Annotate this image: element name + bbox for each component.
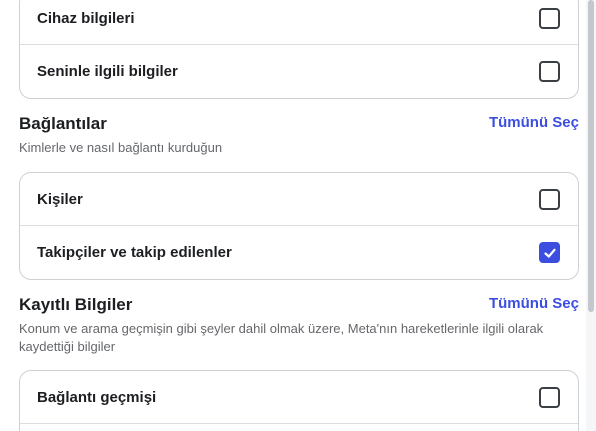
connections-card: Kişiler Takipçiler ve takip edilenler [19, 172, 579, 280]
option-row-contacts[interactable]: Kişiler [20, 173, 578, 226]
option-label: Cihaz bilgileri [37, 9, 135, 27]
connections-section-title: Bağlantılar [19, 114, 107, 133]
option-label: Bağlantı geçmişi [37, 388, 157, 406]
option-label: Seninle ilgili bilgiler [37, 63, 178, 80]
checkbox-unchecked[interactable] [539, 7, 560, 29]
settings-panel: Cihaz bilgileri Seninle ilgili bilgiler … [0, 0, 596, 431]
checkbox-unchecked[interactable] [539, 61, 560, 82]
scrollbar-thumb[interactable] [588, 0, 594, 312]
checkmark-icon [543, 248, 556, 258]
option-row-device-info[interactable]: Cihaz bilgileri [20, 0, 578, 45]
connections-select-all-link[interactable]: Tümünü Seç [489, 114, 579, 131]
checkbox-unchecked[interactable] [539, 386, 560, 408]
saved-info-section-description: Konum ve arama geçmişin gibi şeyler dahi… [19, 321, 544, 354]
option-label: Takipçiler ve takip edilenler [37, 244, 232, 261]
option-row-link-history[interactable]: Bağlantı geçmişi [20, 371, 578, 424]
personal-info-card: Cihaz bilgileri Seninle ilgili bilgiler [19, 0, 579, 99]
connections-section-description: Kimlerle ve nasıl bağlantı kurduğun [19, 140, 223, 155]
saved-info-card: Bağlantı geçmişi [19, 370, 579, 431]
vertical-scrollbar[interactable] [586, 0, 596, 431]
checkbox-checked[interactable] [539, 242, 560, 263]
checkbox-unchecked[interactable] [539, 188, 560, 210]
saved-info-select-all-link[interactable]: Tümünü Seç [489, 295, 579, 312]
option-row-followers[interactable]: Takipçiler ve takip edilenler [20, 226, 578, 279]
option-row-info-about-you[interactable]: Seninle ilgili bilgiler [20, 45, 578, 98]
saved-info-section-title: Kayıtlı Bilgiler [19, 295, 133, 314]
option-label: Kişiler [37, 190, 83, 208]
